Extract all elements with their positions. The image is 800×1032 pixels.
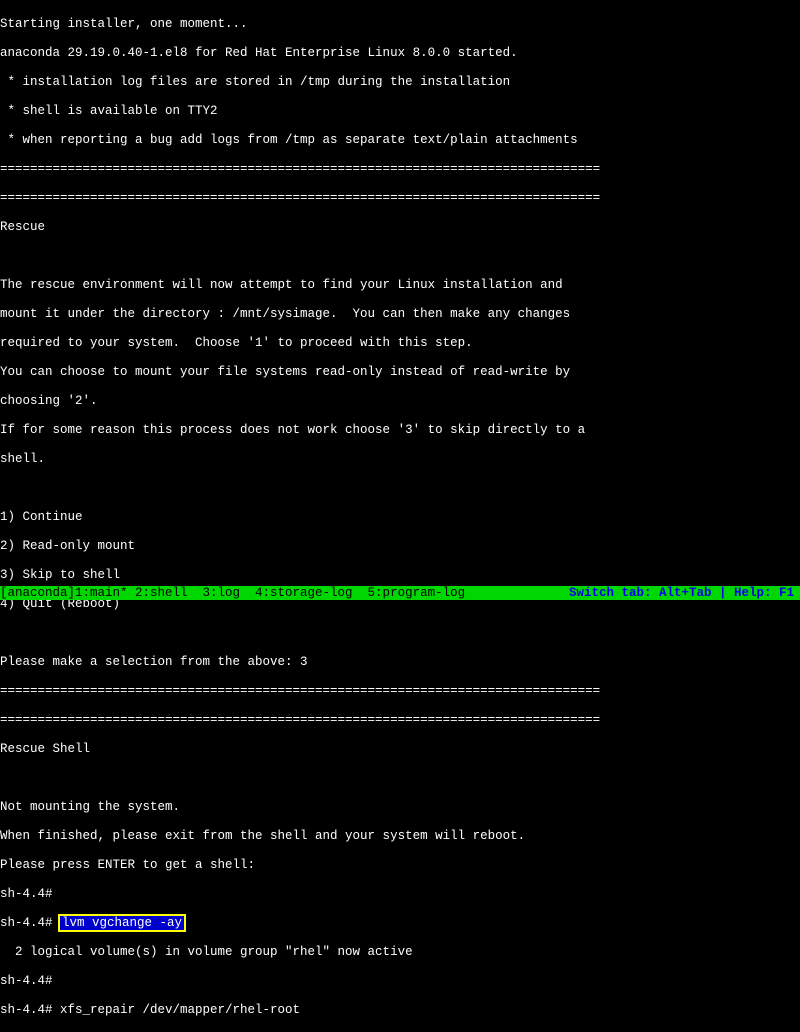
rescue-text: mount it under the directory : /mnt/sysi…: [0, 307, 800, 322]
rescue-shell-text: When finished, please exit from the shel…: [0, 829, 800, 844]
info-line: * installation log files are stored in /…: [0, 75, 800, 90]
rescue-shell-text: Not mounting the system.: [0, 800, 800, 815]
terminal-output: Starting installer, one moment... anacon…: [0, 0, 800, 1032]
section-title: Rescue: [0, 220, 800, 235]
status-tabs[interactable]: [anaconda]1:main* 2:shell 3:log 4:storag…: [0, 586, 569, 600]
command-output: 2 logical volume(s) in volume group "rhe…: [0, 945, 800, 960]
blank-line: [0, 771, 800, 786]
blank-line: [0, 481, 800, 496]
info-line: * when reporting a bug add logs from /tm…: [0, 133, 800, 148]
rescue-text: choosing '2'.: [0, 394, 800, 409]
rescue-text: required to your system. Choose '1' to p…: [0, 336, 800, 351]
highlighted-command: lvm vgchange -ay: [60, 916, 184, 931]
divider: ========================================…: [0, 191, 800, 206]
prompt-prefix: sh-4.4#: [0, 916, 60, 930]
blank-line: [0, 249, 800, 264]
anaconda-version: anaconda 29.19.0.40-1.el8 for Red Hat En…: [0, 46, 800, 61]
shell-prompt[interactable]: sh-4.4#: [0, 887, 800, 902]
shell-prompt[interactable]: sh-4.4#: [0, 974, 800, 989]
menu-option-2[interactable]: 2) Read-only mount: [0, 539, 800, 554]
boot-line: Starting installer, one moment...: [0, 17, 800, 32]
divider: ========================================…: [0, 162, 800, 177]
rescue-text: The rescue environment will now attempt …: [0, 278, 800, 293]
info-line: * shell is available on TTY2: [0, 104, 800, 119]
divider: ========================================…: [0, 713, 800, 728]
shell-prompt-active[interactable]: sh-4.4# xfs_repair /dev/mapper/rhel-root: [0, 1003, 800, 1018]
shell-prompt[interactable]: sh-4.4# lvm vgchange -ay: [0, 916, 800, 931]
status-bar: [anaconda]1:main* 2:shell 3:log 4:storag…: [0, 586, 800, 600]
selection-prompt[interactable]: Please make a selection from the above: …: [0, 655, 800, 670]
rescue-text: If for some reason this process does not…: [0, 423, 800, 438]
rescue-shell-text: Please press ENTER to get a shell:: [0, 858, 800, 873]
status-help: Switch tab: Alt+Tab | Help: F1: [569, 586, 800, 600]
rescue-text: You can choose to mount your file system…: [0, 365, 800, 380]
blank-line: [0, 626, 800, 641]
section-title: Rescue Shell: [0, 742, 800, 757]
menu-option-1[interactable]: 1) Continue: [0, 510, 800, 525]
menu-option-3[interactable]: 3) Skip to shell: [0, 568, 800, 583]
rescue-text: shell.: [0, 452, 800, 467]
divider: ========================================…: [0, 684, 800, 699]
